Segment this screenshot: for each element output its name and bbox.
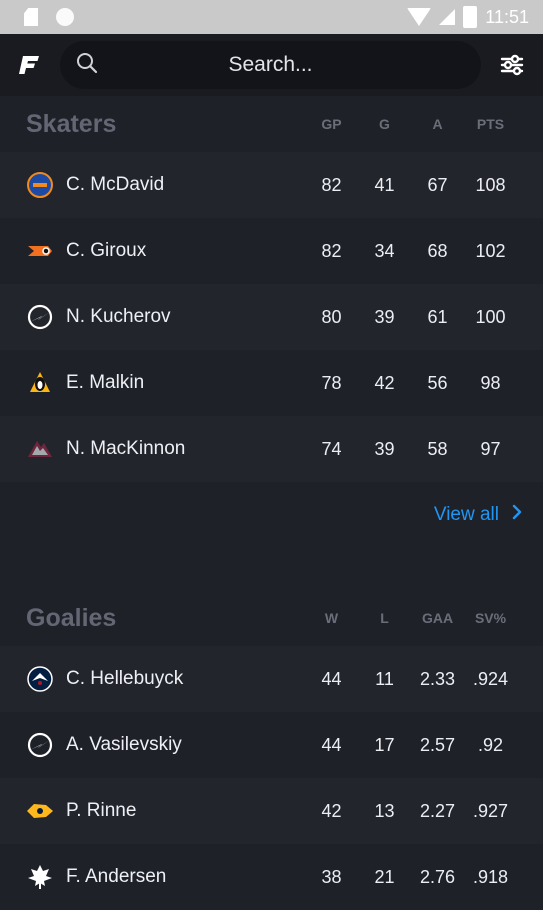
stat-a: 56	[427, 372, 448, 393]
stat-sv-pct: .927	[472, 800, 509, 821]
stat-gaa: 2.27	[419, 800, 456, 821]
search-bar[interactable]: Search...	[60, 41, 481, 89]
stat-g: 41	[374, 174, 395, 195]
stat-w: 38	[321, 866, 342, 887]
stat-l: 17	[374, 734, 395, 755]
column-header-gaa[interactable]: GAA	[411, 610, 464, 626]
stat-g: 39	[374, 306, 395, 327]
filter-icon[interactable]	[499, 52, 525, 78]
stat-a: 67	[427, 174, 448, 195]
goalie-row[interactable]: C. Hellebuyck 44 11 2.33 .924	[0, 646, 543, 712]
stat-a: 68	[427, 240, 448, 261]
stat-gp: 82	[321, 240, 342, 261]
column-header-a[interactable]: A	[411, 116, 464, 132]
stat-gp: 82	[321, 174, 342, 195]
goalie-row[interactable]: F. Andersen 38 21 2.76 .918	[0, 844, 543, 910]
stat-g: 42	[374, 372, 395, 393]
column-header-sv-pct[interactable]: SV%	[464, 610, 517, 626]
goalie-row[interactable]: A. Vasilevskiy 44 17 2.57 .92	[0, 712, 543, 778]
column-header-g[interactable]: G	[358, 116, 411, 132]
goalie-row[interactable]: P. Rinne 42 13 2.27 .927	[0, 778, 543, 844]
penguins-logo-icon	[26, 369, 54, 397]
app-logo-icon[interactable]	[18, 53, 42, 77]
column-header-gp[interactable]: GP	[305, 116, 358, 132]
stat-w: 44	[321, 668, 342, 689]
skater-row[interactable]: C. McDavid 82 41 67 108	[0, 152, 543, 218]
goalies-header: Goalies W L GAA SV%	[0, 590, 543, 646]
stat-gaa: 2.33	[419, 668, 456, 689]
stat-gp: 74	[321, 438, 342, 459]
skater-row[interactable]: C. Giroux 82 34 68 102	[0, 218, 543, 284]
stat-g: 34	[374, 240, 395, 261]
player-name: C. McDavid	[66, 174, 165, 195]
player-name: A. Vasilevskiy	[66, 734, 182, 755]
column-header-l[interactable]: L	[358, 610, 411, 626]
goalies-title: Goalies	[26, 603, 117, 632]
player-name: P. Rinne	[66, 800, 137, 821]
player-name: F. Andersen	[66, 866, 167, 887]
stat-l: 11	[375, 668, 394, 689]
skater-row[interactable]: N. Kucherov 80 39 61 100	[0, 284, 543, 350]
sd-card-icon	[24, 8, 38, 26]
oilers-logo-icon	[26, 171, 54, 199]
stat-a: 58	[427, 438, 448, 459]
stat-pts: 97	[480, 438, 501, 459]
stat-sv-pct: .92	[477, 734, 504, 755]
lightning-logo-icon	[26, 303, 54, 331]
player-name: E. Malkin	[66, 372, 145, 393]
search-placeholder: Search...	[228, 53, 313, 76]
maple-leafs-logo-icon	[26, 863, 54, 891]
stat-gp: 80	[321, 306, 342, 327]
status-bar: 11:51	[0, 0, 543, 34]
predators-logo-icon	[26, 797, 54, 825]
stat-w: 44	[321, 734, 342, 755]
stat-gp: 78	[321, 372, 342, 393]
player-name: C. Giroux	[66, 240, 147, 261]
search-icon	[76, 52, 98, 79]
stat-w: 42	[321, 800, 342, 821]
chevron-right-icon	[511, 504, 523, 526]
column-header-w[interactable]: W	[305, 610, 358, 626]
player-name: C. Hellebuyck	[66, 668, 184, 689]
skaters-header: Skaters GP G A PTS	[0, 96, 543, 152]
stat-l: 13	[374, 800, 395, 821]
notification-dot-icon	[56, 8, 74, 26]
column-header-pts[interactable]: PTS	[464, 116, 517, 132]
battery-icon	[463, 6, 478, 28]
skater-row[interactable]: E. Malkin 78 42 56 98	[0, 350, 543, 416]
flyers-logo-icon	[26, 237, 54, 265]
status-time: 11:51	[485, 6, 529, 27]
wifi-icon	[407, 8, 432, 26]
stat-pts: 100	[475, 306, 506, 327]
avalanche-logo-icon	[26, 435, 54, 463]
stat-pts: 98	[480, 372, 501, 393]
player-name: N. MacKinnon	[66, 438, 186, 459]
view-all-label: View all	[433, 504, 499, 525]
jets-logo-icon	[26, 665, 54, 693]
lightning-logo-icon	[26, 731, 54, 759]
skaters-title: Skaters	[26, 109, 117, 138]
stat-gaa: 2.76	[419, 866, 456, 887]
skater-row[interactable]: N. MacKinnon 74 39 58 97	[0, 416, 543, 482]
stat-gaa: 2.57	[419, 734, 456, 755]
player-name: N. Kucherov	[66, 306, 171, 327]
stat-a: 61	[427, 306, 448, 327]
view-all-link[interactable]: View all	[0, 482, 543, 548]
stat-pts: 102	[475, 240, 506, 261]
stat-sv-pct: .924	[472, 668, 509, 689]
signal-icon	[439, 9, 456, 25]
stat-sv-pct: .918	[472, 866, 509, 887]
stat-g: 39	[374, 438, 395, 459]
top-bar: Search...	[0, 34, 543, 96]
stat-pts: 108	[475, 174, 506, 195]
stat-l: 21	[374, 866, 395, 887]
